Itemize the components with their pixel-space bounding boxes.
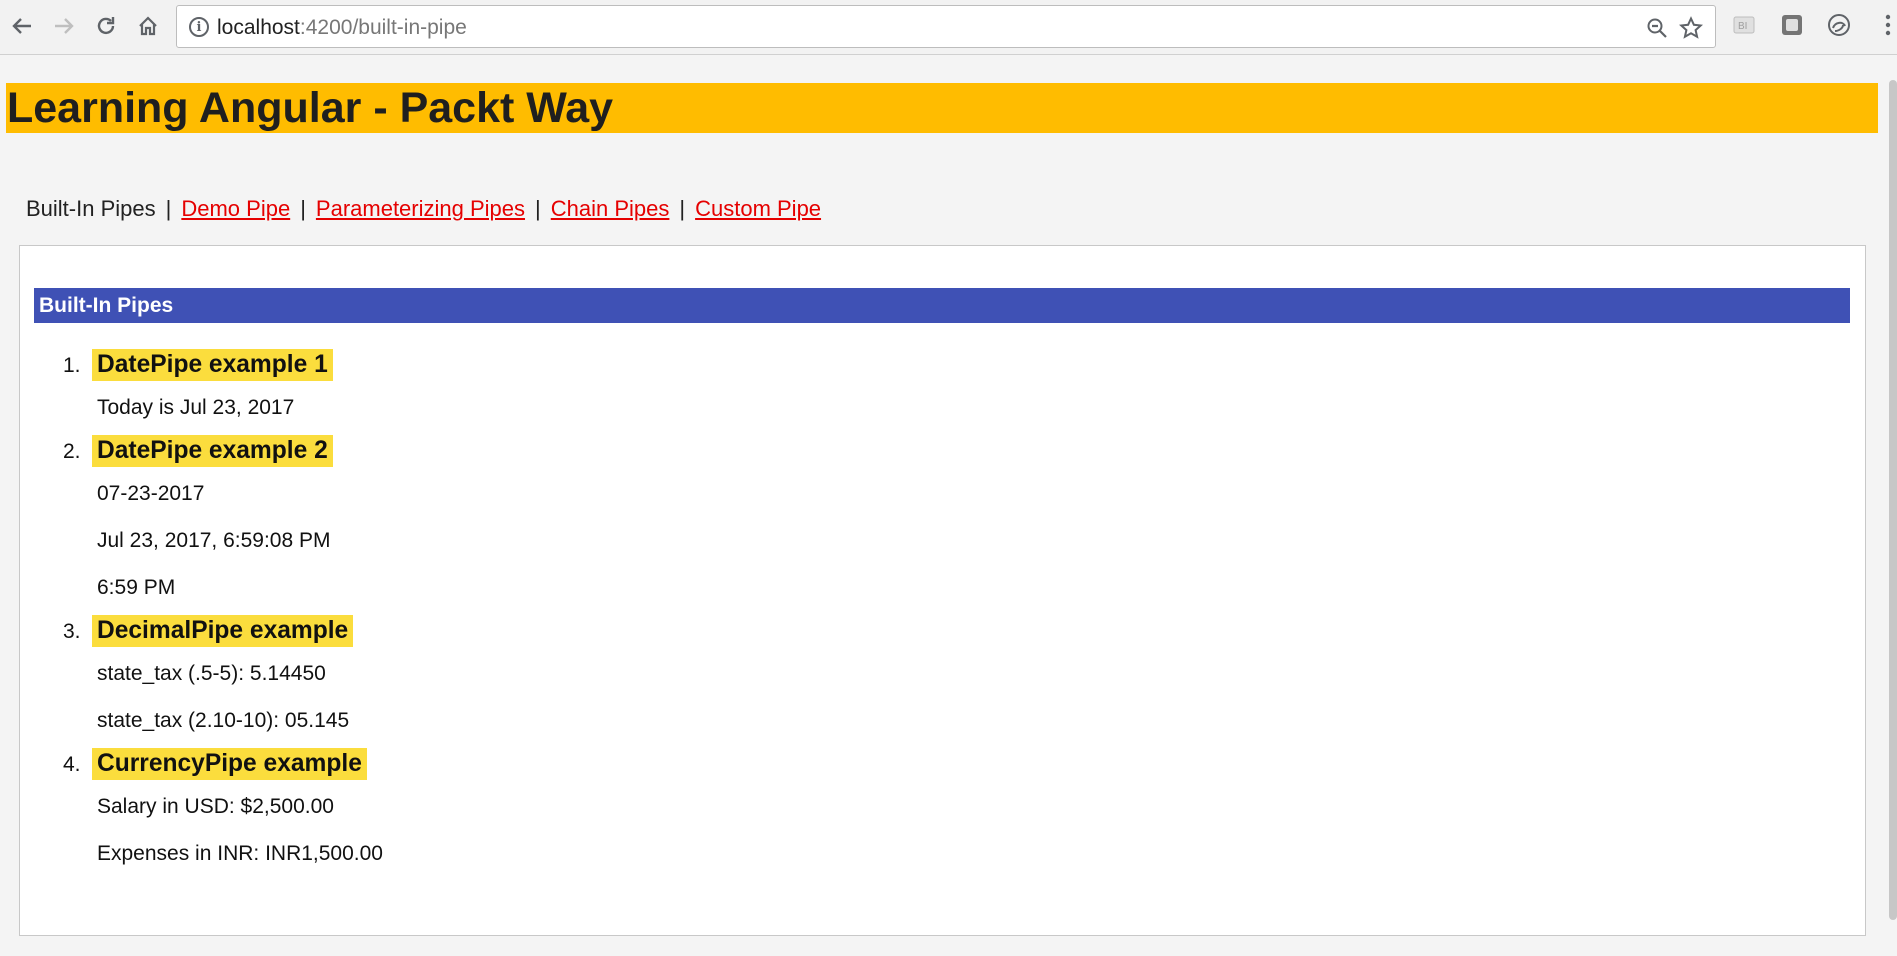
example-title: DatePipe example 2: [92, 435, 333, 467]
pipe-nav: Built-In Pipes | Demo Pipe | Parameterizing …: [26, 196, 821, 222]
svg-text:BI: BI: [1738, 21, 1747, 32]
list-item: 3. DecimalPipe example state_tax (.5-5):…: [63, 615, 383, 733]
arrow-right-icon: [55, 18, 74, 34]
nav-separator: |: [679, 196, 686, 221]
nav-link-demo-pipe[interactable]: Demo Pipe: [181, 196, 290, 221]
list-number: 3.: [63, 620, 81, 643]
url-text[interactable]: localhost:4200/built-in-pipe: [217, 16, 467, 40]
example-output: state_tax (.5-5): 5.14450: [97, 662, 326, 685]
reload-button[interactable]: [90, 10, 122, 42]
content-panel: Built-In Pipes 1. DatePipe example 1 Tod…: [19, 245, 1866, 936]
nav-link-chain-pipes[interactable]: Chain Pipes: [551, 196, 670, 221]
nav-separator: |: [300, 196, 306, 221]
example-title: DatePipe example 1: [92, 349, 333, 381]
page-scrollbar[interactable]: [1889, 80, 1897, 920]
list-item: 4. CurrencyPipe example Salary in USD: $…: [63, 748, 383, 866]
example-output: state_tax (2.10-10): 05.145: [97, 709, 350, 732]
zoom-button[interactable]: [1643, 14, 1671, 42]
list-number: 1.: [63, 354, 81, 377]
bookmark-button[interactable]: [1677, 14, 1705, 42]
address-bar[interactable]: i localhost:4200/built-in-pipe: [176, 5, 1716, 48]
extension-bi-button[interactable]: BI: [1732, 13, 1756, 37]
nav-separator: |: [165, 196, 172, 221]
example-title: CurrencyPipe example: [92, 748, 367, 780]
section-header: Built-In Pipes: [34, 288, 1850, 323]
reload-icon: [97, 17, 115, 35]
nav-current-built-in-pipes: Built-In Pipes: [26, 196, 156, 221]
home-icon: [139, 16, 157, 36]
list-number: 4.: [63, 753, 81, 776]
url-host: localhost: [217, 16, 300, 39]
list-item: 2. DatePipe example 2 07-23-2017 Jul 23,…: [63, 435, 383, 600]
example-output: Today is Jul 23, 2017: [97, 396, 295, 419]
extension-grey-button[interactable]: [1780, 13, 1804, 37]
nav-link-custom-pipe[interactable]: Custom Pipe: [695, 196, 821, 221]
example-output: 07-23-2017: [97, 482, 205, 505]
example-title: DecimalPipe example: [92, 615, 354, 647]
forward-button[interactable]: [48, 10, 80, 42]
example-output: 6:59 PM: [97, 576, 176, 599]
list-number: 2.: [63, 440, 81, 463]
back-button[interactable]: [6, 10, 38, 42]
extension-swirl-button[interactable]: [1827, 13, 1851, 37]
list-item: 1. DatePipe example 1 Today is Jul 23, 2…: [63, 349, 383, 420]
example-output: Salary in USD: $2,500.00: [97, 795, 334, 818]
info-icon[interactable]: i: [189, 17, 209, 37]
home-button[interactable]: [132, 10, 164, 42]
app-title: Learning Angular - Packt Way: [6, 83, 1878, 133]
url-path: :4200/built-in-pipe: [299, 16, 467, 39]
extension-square-icon: [1782, 15, 1802, 35]
menu-button[interactable]: [1876, 13, 1897, 37]
browser-toolbar: i localhost:4200/built-in-pipe BI: [0, 0, 1897, 55]
arrow-left-icon: [12, 18, 31, 34]
example-output: Expenses in INR: INR1,500.00: [97, 842, 383, 865]
extension-swirl-icon: [1828, 14, 1850, 36]
more-vertical-icon: [1885, 14, 1891, 36]
star-icon: [1679, 16, 1703, 39]
pipe-examples-list: 1. DatePipe example 1 Today is Jul 23, 2…: [63, 349, 383, 866]
zoom-out-icon: [1647, 18, 1667, 38]
example-output: Jul 23, 2017, 6:59:08 PM: [97, 529, 331, 552]
nav-separator: |: [535, 196, 541, 221]
nav-link-parameterizing-pipes[interactable]: Parameterizing Pipes: [316, 196, 525, 221]
extension-bi-icon: BI: [1733, 16, 1755, 34]
